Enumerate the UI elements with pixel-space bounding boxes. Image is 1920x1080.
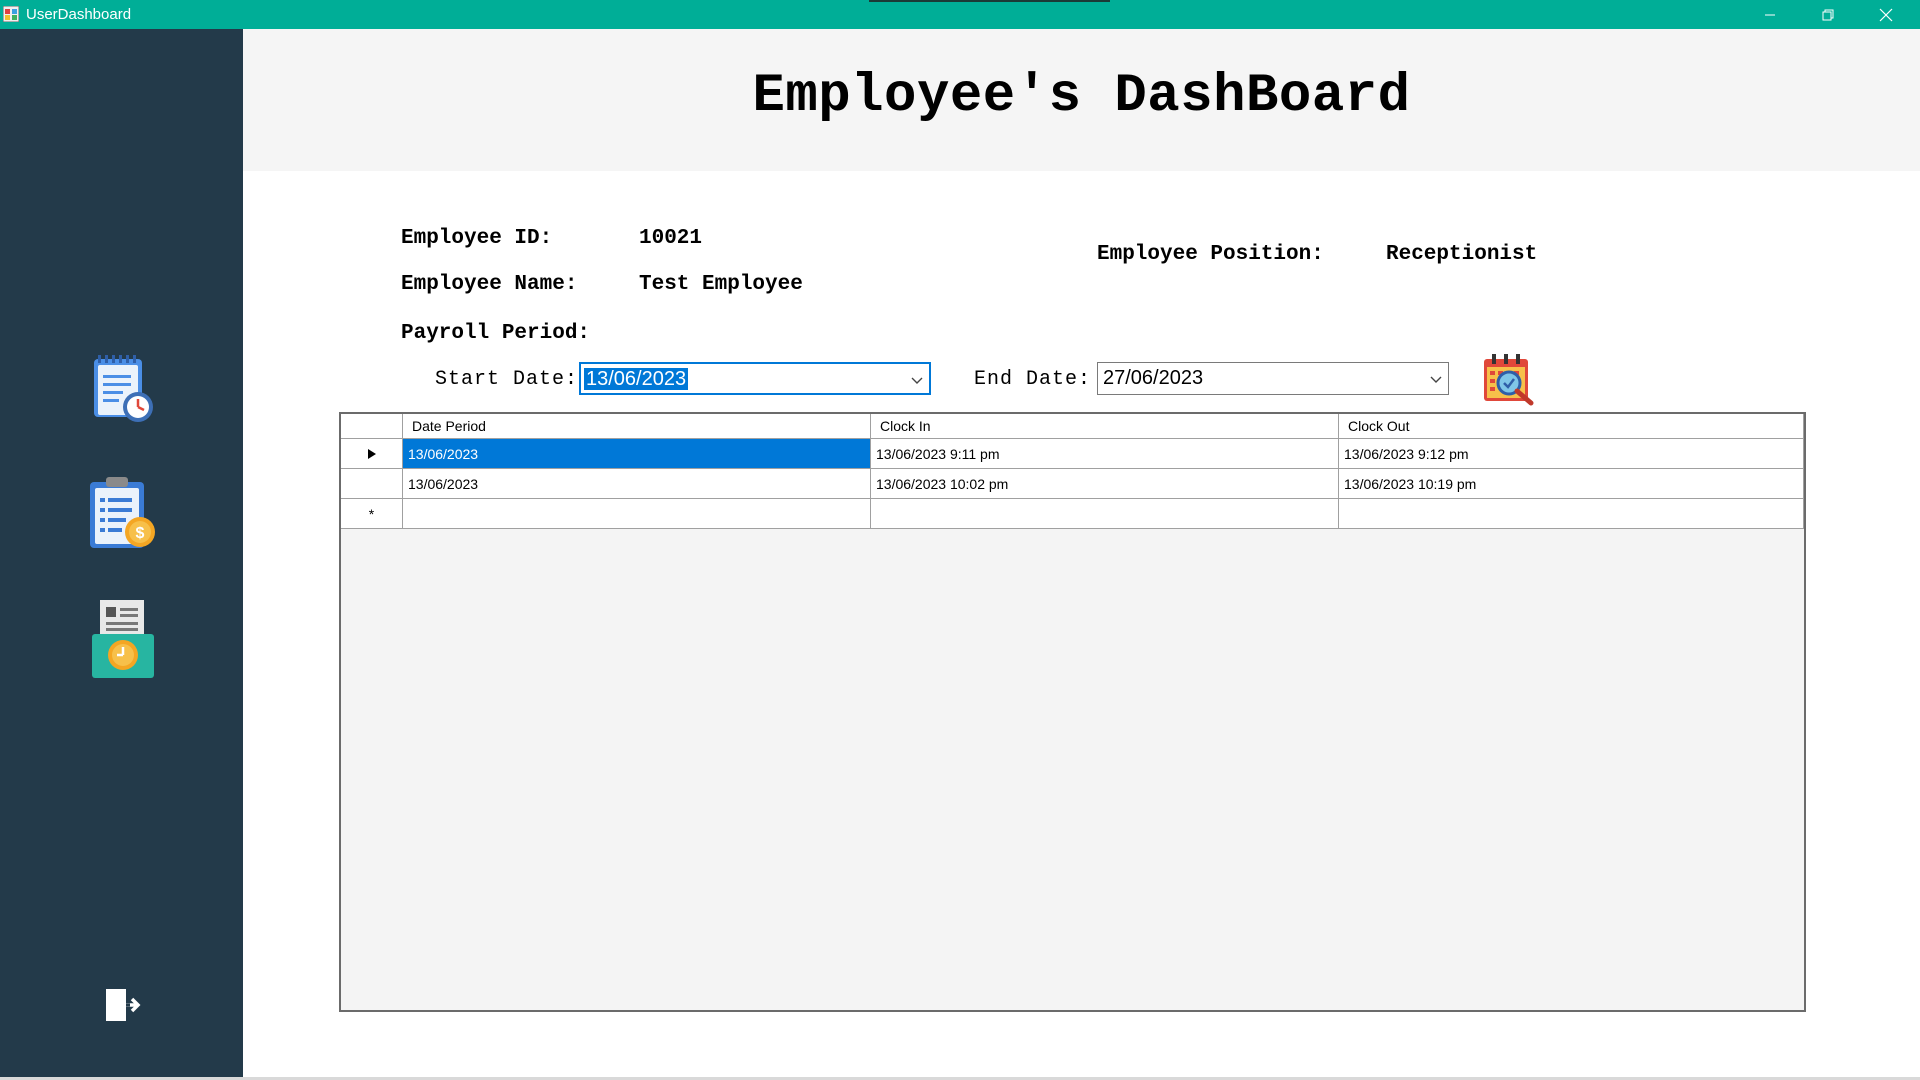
- employee-name-value: Test Employee: [639, 273, 803, 296]
- chevron-down-icon: [911, 377, 923, 384]
- column-header-date-period[interactable]: Date Period: [403, 414, 871, 439]
- calendar-search-icon: [1484, 354, 1534, 406]
- title-bar-accent: [869, 0, 1110, 2]
- employee-name-label: Employee Name:: [401, 273, 578, 296]
- employee-id-label: Employee ID:: [401, 227, 553, 250]
- cell-clock-out[interactable]: 13/06/2023 10:19 pm: [1339, 469, 1804, 499]
- row-selector-current[interactable]: [341, 439, 403, 469]
- cell-clock-out[interactable]: 13/06/2023 9:12 pm: [1339, 439, 1804, 469]
- end-date-value: 27/06/2023: [1103, 367, 1204, 389]
- new-row[interactable]: *: [341, 499, 1804, 529]
- cell-clock-in-empty[interactable]: [871, 499, 1339, 529]
- row-pointer-icon: [367, 449, 376, 459]
- payroll-clipboard-icon: $: [90, 477, 155, 548]
- search-button[interactable]: [1481, 353, 1539, 407]
- table-row[interactable]: 13/06/2023 13/06/2023 9:11 pm 13/06/2023…: [341, 439, 1804, 469]
- start-date-picker[interactable]: 13/06/2023: [579, 362, 931, 395]
- logout-icon: [106, 989, 141, 1021]
- payroll-period-label: Payroll Period:: [401, 322, 591, 345]
- cell-date-period-empty[interactable]: [403, 499, 871, 529]
- svg-text:$: $: [136, 525, 145, 542]
- minimize-button[interactable]: [1741, 0, 1799, 29]
- minimize-icon: [1765, 14, 1775, 15]
- attendance-grid[interactable]: Date Period Clock In Clock Out 13/06/202…: [339, 412, 1806, 1012]
- sidebar: $: [0, 29, 243, 1080]
- cell-clock-in[interactable]: 13/06/2023 10:02 pm: [871, 469, 1339, 499]
- cell-date-period[interactable]: 13/06/2023: [403, 439, 871, 469]
- employee-id-value: 10021: [639, 227, 703, 250]
- column-header-clock-in[interactable]: Clock In: [871, 414, 1339, 439]
- restore-button[interactable]: [1799, 0, 1857, 29]
- close-icon: [1879, 8, 1893, 21]
- time-clock-card-icon: [92, 600, 154, 678]
- sidebar-item-payroll[interactable]: $: [84, 474, 162, 554]
- logout-button[interactable]: [102, 985, 144, 1025]
- close-button[interactable]: [1857, 0, 1915, 29]
- table-row[interactable]: 13/06/2023 13/06/2023 10:02 pm 13/06/202…: [341, 469, 1804, 499]
- restore-icon: [1822, 9, 1834, 20]
- window-title: UserDashboard: [26, 6, 132, 23]
- sidebar-item-timesheet[interactable]: [84, 351, 162, 431]
- page-title: Employee's DashBoard: [752, 66, 1411, 127]
- start-date-label: Start Date:: [435, 368, 579, 391]
- header-band: Employee's DashBoard: [243, 29, 1920, 171]
- new-row-selector[interactable]: *: [341, 499, 403, 529]
- row-selector[interactable]: [341, 469, 403, 499]
- sidebar-item-clock[interactable]: [84, 600, 162, 680]
- start-date-value: 13/06/2023: [584, 368, 689, 390]
- chevron-down-icon: [1430, 376, 1442, 383]
- employee-position-label: Employee Position:: [1097, 243, 1324, 266]
- title-bar: UserDashboard: [0, 0, 1920, 29]
- app-icon: [3, 6, 19, 22]
- cell-clock-out-empty[interactable]: [1339, 499, 1804, 529]
- employee-position-value: Receptionist: [1386, 243, 1538, 266]
- column-header-clock-out[interactable]: Clock Out: [1339, 414, 1804, 439]
- end-date-label: End Date:: [974, 368, 1092, 391]
- end-date-picker[interactable]: 27/06/2023: [1097, 362, 1449, 395]
- cell-date-period[interactable]: 13/06/2023: [403, 469, 871, 499]
- row-header-corner: [341, 414, 403, 439]
- timesheet-clock-icon: [94, 355, 153, 422]
- cell-clock-in[interactable]: 13/06/2023 9:11 pm: [871, 439, 1339, 469]
